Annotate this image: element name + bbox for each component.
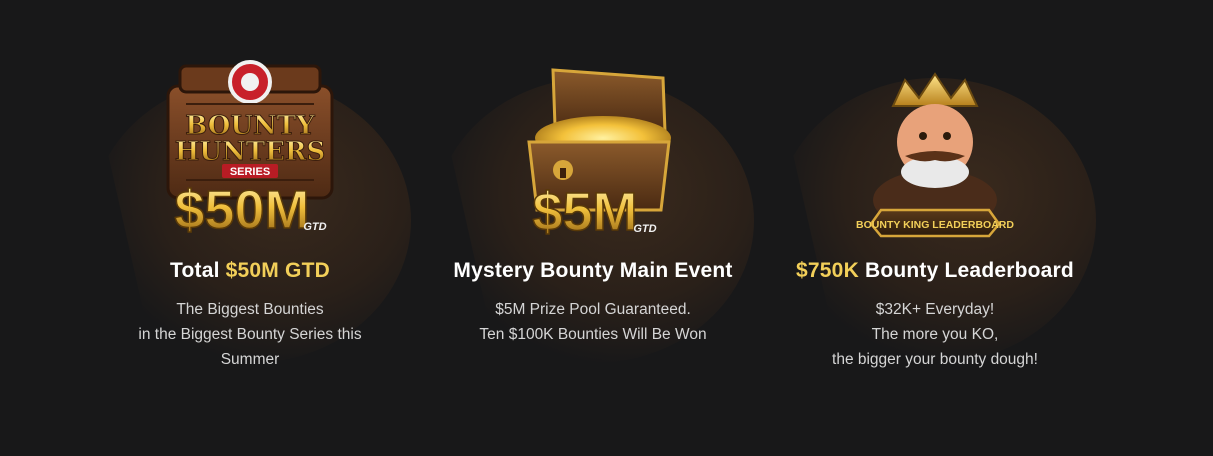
title-highlight: $50M GTD (225, 259, 330, 282)
desc-line: the bigger your bounty dough! (832, 351, 1038, 368)
desc-line: The Biggest Bounties (176, 301, 324, 318)
desc-line: The more you KO, (871, 326, 999, 343)
card-title: Total $50M GTD (79, 259, 421, 283)
bounty-hunters-logo: BOUNTY HUNTERS SERIES $50M GTD (166, 60, 334, 241)
card-title: Mystery Bounty Main Event (422, 259, 764, 283)
promo-row: BOUNTY HUNTERS SERIES $50M GTD Total $50… (0, 0, 1213, 456)
card-description: $32K+ Everyday! The more you KO, the big… (764, 297, 1106, 372)
title-highlight: $750K (796, 259, 859, 282)
promo-card-mystery-bounty: $5M GTD Mystery Bounty Main Event $5M Pr… (422, 60, 764, 400)
card-title: $750K Bounty Leaderboard (764, 259, 1106, 283)
promo-card-bounty-hunters: BOUNTY HUNTERS SERIES $50M GTD Total $50… (79, 60, 421, 400)
bounty-king-mascot: BOUNTY KING LEADERBOARD (856, 72, 1014, 238)
desc-line: $32K+ Everyday! (875, 301, 995, 318)
svg-text:HUNTERS: HUNTERS (175, 137, 326, 167)
svg-text:$50M: $50M (174, 180, 309, 240)
title-text: Mystery Bounty Main Event (453, 259, 733, 282)
title-text: Bounty Leaderboard (858, 259, 1074, 282)
svg-text:BOUNTY KING LEADERBOARD: BOUNTY KING LEADERBOARD (856, 219, 1014, 231)
promo-card-bounty-king: BOUNTY KING LEADERBOARD $750K Bounty Lea… (764, 60, 1106, 400)
card-description: $5M Prize Pool Guaranteed. Ten $100K Bou… (422, 297, 764, 347)
treasure-chest-icon: $5M GTD (527, 68, 671, 242)
desc-line: Ten $100K Bounties Will Be Won (479, 326, 707, 343)
svg-text:SERIES: SERIES (230, 166, 270, 178)
desc-line: Summer (220, 351, 280, 368)
svg-text:GTD: GTD (303, 221, 326, 233)
svg-text:$5M: $5M (532, 182, 637, 242)
desc-line: in the Biggest Bounty Series this (138, 326, 362, 343)
card-description: The Biggest Bounties in the Biggest Boun… (79, 297, 421, 372)
desc-line: $5M Prize Pool Guaranteed. (495, 301, 691, 318)
svg-text:GTD: GTD (633, 223, 656, 235)
title-text: Total (170, 259, 226, 282)
